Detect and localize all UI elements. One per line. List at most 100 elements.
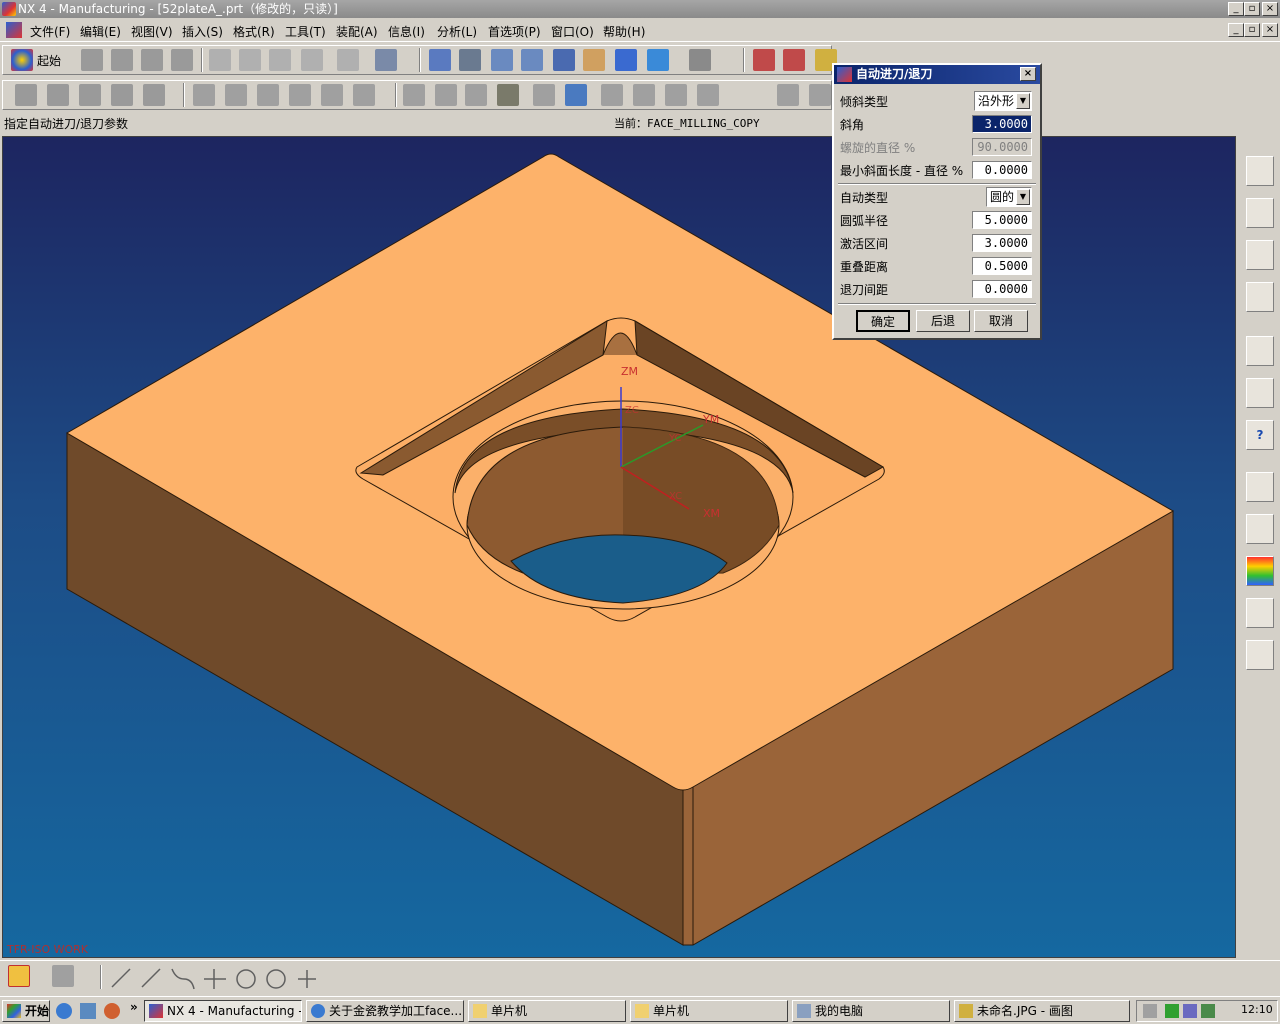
magnify-icon[interactable]	[521, 49, 543, 71]
keyboard-icon[interactable]	[1143, 1004, 1157, 1018]
new-file-icon[interactable]	[81, 49, 103, 71]
create-tool-icon[interactable]	[47, 84, 69, 106]
create-geometry-icon[interactable]	[79, 84, 101, 106]
chevron-down-icon[interactable]: ▼	[1016, 93, 1030, 109]
delete-path-icon[interactable]	[321, 84, 343, 106]
list-path-icon[interactable]	[257, 84, 279, 106]
task-paint[interactable]: 未命名.JPG - 画图	[954, 1000, 1130, 1022]
chevron-down-icon[interactable]: ▼	[1016, 189, 1030, 205]
desktop-icon[interactable]	[80, 1003, 96, 1019]
min-ramp-length-field[interactable]: 0.0000	[972, 161, 1032, 179]
info-icon[interactable]	[375, 49, 397, 71]
dialog-close-button[interactable]: ×	[1020, 67, 1036, 81]
create-program-icon[interactable]	[15, 84, 37, 106]
reuse-library-tab-icon[interactable]	[1246, 282, 1274, 312]
history-tab-icon[interactable]	[1246, 472, 1274, 502]
replay-path-icon[interactable]	[225, 84, 247, 106]
feed-rate-icon[interactable]	[601, 84, 623, 106]
arc-radius-field[interactable]: 5.0000	[972, 211, 1032, 229]
save-icon[interactable]	[141, 49, 163, 71]
doc-minimize-button[interactable]: _	[1228, 23, 1244, 37]
menu-view[interactable]: 视图(V)	[131, 23, 173, 40]
training-tab-icon[interactable]	[1246, 378, 1274, 408]
menu-help[interactable]: 帮助(H)	[603, 23, 645, 40]
undo-icon[interactable]	[337, 49, 359, 71]
open-file-icon[interactable]	[111, 49, 133, 71]
network-icon[interactable]	[1165, 1004, 1179, 1018]
tool-holder-icon[interactable]	[565, 84, 587, 106]
start-label[interactable]: 起始	[37, 52, 61, 69]
create-method-icon[interactable]	[111, 84, 133, 106]
create-operation-icon[interactable]	[143, 84, 165, 106]
ramp-angle-field[interactable]: 3.0000	[972, 115, 1032, 133]
part-navigator-tab-icon[interactable]	[1246, 240, 1274, 270]
shaded-cube-icon[interactable]	[647, 49, 669, 71]
cancel-button[interactable]: 取消	[974, 310, 1028, 332]
zoom-window-icon[interactable]	[459, 49, 481, 71]
help-tab-icon[interactable]: ?	[1246, 420, 1274, 450]
document-menu-icon[interactable]	[6, 22, 22, 38]
delete-icon[interactable]	[301, 49, 323, 71]
edit-object-icon[interactable]	[633, 84, 655, 106]
pan-icon[interactable]	[583, 49, 605, 71]
task-my-computer[interactable]: 我的电脑	[792, 1000, 950, 1022]
machine-library-tab-icon[interactable]	[1246, 598, 1274, 628]
menu-preferences[interactable]: 首选项(P)	[488, 23, 541, 40]
menu-info[interactable]: 信息(I)	[388, 23, 425, 40]
fit-view-icon[interactable]	[429, 49, 451, 71]
ie-icon[interactable]	[56, 1003, 72, 1019]
copy-icon[interactable]	[239, 49, 261, 71]
machine-icon[interactable]	[533, 84, 555, 106]
auto-type-select[interactable]: 圆的 ▼	[986, 187, 1032, 207]
object-display-icon[interactable]	[809, 84, 831, 106]
display-mode-icon[interactable]	[689, 49, 711, 71]
menu-insert[interactable]: 插入(S)	[182, 23, 223, 40]
retract-clearance-field[interactable]: 0.0000	[972, 280, 1032, 298]
graphics-window[interactable]: ZM YM XM ZC YC XC TFR-ISO WORK	[2, 136, 1236, 958]
doc-restore-button[interactable]: ▫	[1244, 23, 1260, 37]
ramp-type-select[interactable]: 沿外形 ▼	[974, 91, 1032, 111]
menu-assembly[interactable]: 装配(A)	[336, 23, 378, 40]
maximize-button[interactable]: ▫	[1244, 2, 1260, 16]
rotate-icon[interactable]	[553, 49, 575, 71]
perspective-icon[interactable]	[615, 49, 637, 71]
menu-analysis[interactable]: 分析(L)	[437, 23, 477, 40]
snap-point-icon[interactable]	[8, 965, 30, 987]
roles-tab-icon[interactable]	[1246, 640, 1274, 670]
close-button[interactable]: ×	[1262, 2, 1278, 16]
zoom-icon[interactable]	[491, 49, 513, 71]
selection-filter-icon[interactable]	[52, 965, 74, 987]
ok-button[interactable]: 确定	[856, 310, 910, 332]
filter-path-icon[interactable]	[353, 84, 375, 106]
templates-tab-icon[interactable]	[1246, 514, 1274, 544]
web-browser-tab-icon[interactable]	[1246, 336, 1274, 366]
start-button[interactable]: 开始	[2, 1000, 50, 1022]
shop-doc-icon[interactable]	[435, 84, 457, 106]
operation-navigator-icon[interactable]	[753, 49, 775, 71]
paste-icon[interactable]	[269, 49, 291, 71]
menu-tools[interactable]: 工具(T)	[285, 23, 326, 40]
verify-path-icon[interactable]	[289, 84, 311, 106]
non-cutting-moves-icon[interactable]	[697, 84, 719, 106]
overlap-distance-field[interactable]: 0.5000	[972, 257, 1032, 275]
operation-navigator-tab-icon[interactable]	[1246, 156, 1274, 186]
doc-close-button[interactable]: ×	[1262, 23, 1278, 37]
start-icon[interactable]	[11, 49, 33, 71]
color-palette-tab-icon[interactable]	[1246, 556, 1274, 586]
task-nx[interactable]: NX 4 - Manufacturing - [...	[144, 1000, 302, 1022]
activation-range-field[interactable]: 3.0000	[972, 234, 1032, 252]
quicklaunch-chevron[interactable]: »	[130, 1000, 138, 1014]
geometry-view-icon[interactable]	[783, 49, 805, 71]
menu-window[interactable]: 窗口(O)	[551, 23, 594, 40]
print-icon[interactable]	[171, 49, 193, 71]
transform-icon[interactable]	[777, 84, 799, 106]
menu-format[interactable]: 格式(R)	[233, 23, 275, 40]
output-cls-icon[interactable]	[465, 84, 487, 106]
cut-params-icon[interactable]	[665, 84, 687, 106]
task-folder-1[interactable]: 单片机	[468, 1000, 626, 1022]
back-button[interactable]: 后退	[916, 310, 970, 332]
verify-material-icon[interactable]	[497, 84, 519, 106]
task-folder-2[interactable]: 单片机	[630, 1000, 788, 1022]
task-browser[interactable]: 关于金瓷教学加工face...	[306, 1000, 464, 1022]
volume-icon[interactable]	[1201, 1004, 1215, 1018]
